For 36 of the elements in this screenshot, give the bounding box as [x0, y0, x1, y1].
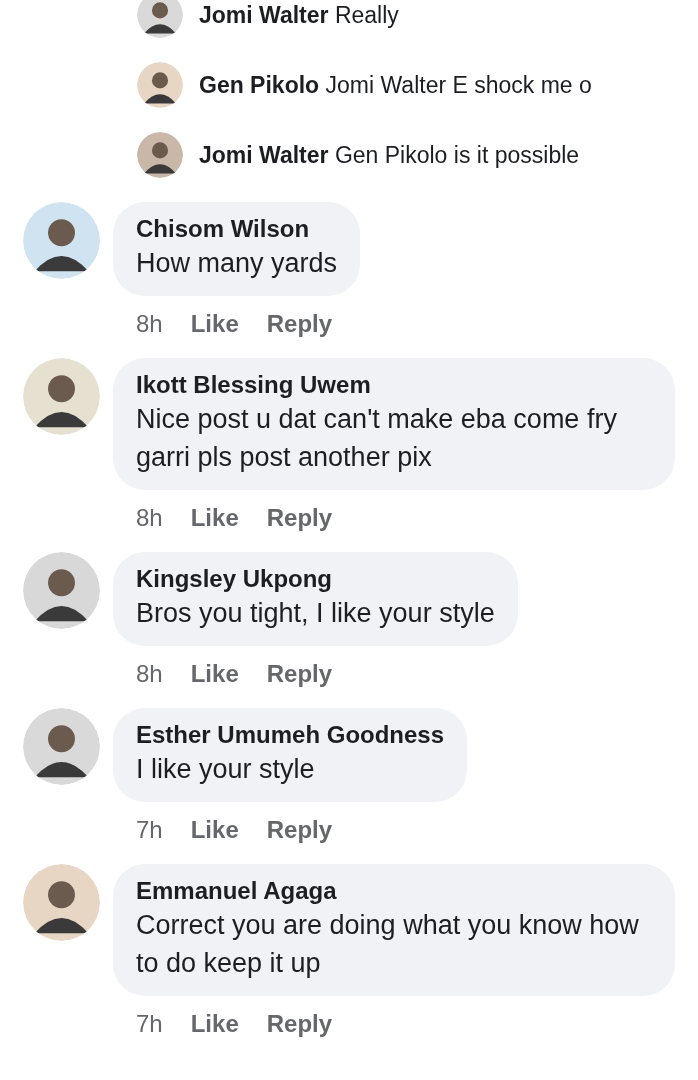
avatar[interactable] [137, 132, 183, 178]
comment-text: I like your style [136, 753, 316, 786]
reply-button[interactable]: Reply [266, 310, 333, 338]
comment-text: How many yards [136, 247, 338, 280]
like-button[interactable]: Like [190, 310, 239, 338]
avatar[interactable] [23, 202, 100, 279]
like-button[interactable]: Like [190, 816, 239, 844]
comment-time: 7h [136, 1010, 163, 1038]
avatar[interactable] [137, 62, 183, 108]
avatar[interactable] [137, 0, 183, 38]
like-button[interactable]: Like [190, 660, 239, 688]
reply-button[interactable]: Reply [266, 816, 333, 844]
reply-text: Jomi Walter Gen Pikolo is it possible [199, 140, 580, 170]
comment-author[interactable]: Kingsley Ukpong [136, 564, 495, 594]
reply-button[interactable]: Reply [266, 660, 333, 688]
comment-text: Nice post u dat can't make eba come fry garri pls post another pix [136, 403, 618, 474]
avatar[interactable] [23, 358, 100, 435]
reply-text: Gen Pikolo Jomi Walter E shock me o [199, 70, 592, 100]
like-button[interactable]: Like [190, 504, 239, 532]
comment-text: Correct you are doing what you know how to do keep it up [136, 909, 640, 980]
comment-author[interactable]: Ikott Blessing Uwem [136, 370, 652, 400]
reply-button[interactable]: Reply [266, 1010, 333, 1038]
reply-text: Jomi Walter Really [199, 0, 399, 30]
comment-time: 7h [136, 816, 163, 844]
comment-time: 8h [136, 660, 163, 688]
comment-author[interactable]: Chisom Wilson [136, 214, 338, 244]
comment-text: Bros you tight, I like your style [136, 597, 495, 630]
comment-author[interactable]: Emmanuel Agaga [136, 876, 652, 906]
avatar[interactable] [23, 708, 100, 785]
like-button[interactable]: Like [190, 1010, 239, 1038]
avatar[interactable] [23, 864, 100, 941]
comment-time: 8h [136, 310, 163, 338]
comment-author[interactable]: Esther Umumeh Goodness [136, 720, 445, 750]
avatar[interactable] [23, 552, 100, 629]
comment-time: 8h [136, 504, 163, 532]
reply-button[interactable]: Reply [266, 504, 333, 532]
